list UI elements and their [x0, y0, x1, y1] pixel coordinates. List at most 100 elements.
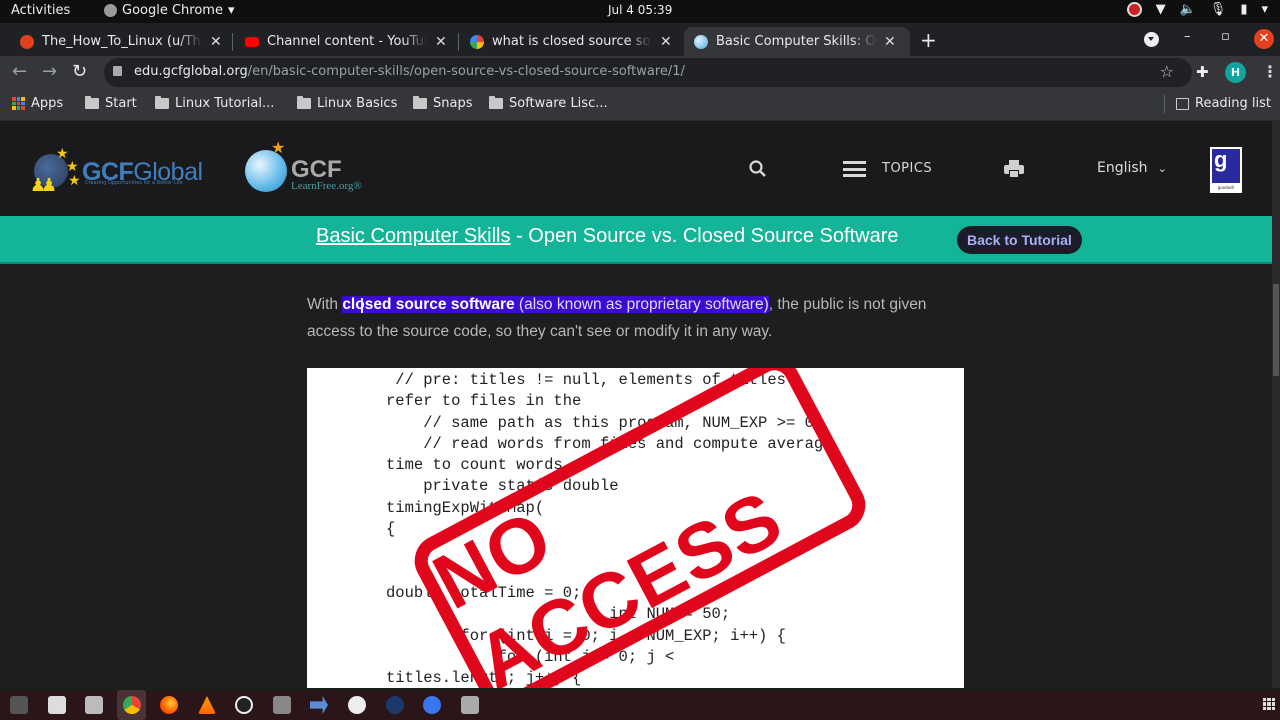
volume-icon: 🔈 — [1179, 2, 1196, 17]
close-tab-icon[interactable]: ✕ — [210, 34, 222, 50]
close-window-button[interactable]: ✕ — [1254, 29, 1274, 49]
bookmark-folder-snaps[interactable]: Snaps — [413, 96, 472, 111]
tab-google-search[interactable]: what is closed source software ✕ — [460, 27, 682, 56]
chrome-menu-icon[interactable]: ⋮ — [1262, 62, 1278, 81]
activities-button[interactable]: Activities — [11, 3, 70, 18]
system-top-bar: Activities Google Chrome ▾ Jul 4 05:39 ▼… — [0, 0, 1280, 23]
no-access-code-image: // pre: titles != null, elements of titl… — [307, 368, 964, 688]
steam-icon[interactable] — [386, 696, 404, 714]
language-value: English — [1097, 160, 1148, 176]
bookmark-folder-linux-basics[interactable]: Linux Basics — [297, 96, 397, 111]
google-icon — [470, 34, 484, 49]
screenshot-icon[interactable] — [85, 696, 103, 714]
tab-title: what is closed source software — [492, 34, 652, 49]
extensions-puzzle-icon[interactable]: ✚ — [1196, 63, 1209, 81]
close-tab-icon[interactable]: ✕ — [660, 34, 672, 50]
folder-icon — [413, 96, 427, 109]
system-menu-caret-icon[interactable]: ▾ — [1261, 2, 1268, 17]
lesson-banner: Basic Computer Skills - Open Source vs. … — [0, 216, 1272, 264]
taskbar-dock — [0, 690, 1280, 720]
remote-desktop-icon[interactable] — [273, 696, 291, 714]
chrome-app-icon — [104, 4, 117, 17]
bookmark-folder-linux-tutorial[interactable]: Linux Tutorial... — [155, 96, 274, 111]
folder-icon — [85, 96, 99, 109]
lock-icon[interactable] — [113, 66, 122, 76]
banner-title: Basic Computer Skills - Open Source vs. … — [316, 225, 899, 247]
topics-menu-button[interactable]: TOPICS — [882, 161, 932, 176]
tab-separator — [232, 33, 233, 51]
goodwill-label: goodwill — [1217, 185, 1235, 190]
back-arrow-icon[interactable]: ← — [12, 61, 27, 82]
hamburger-menu-icon[interactable] — [843, 161, 866, 177]
printer-icon[interactable] — [1004, 160, 1024, 178]
bookmark-star-icon[interactable]: ☆ — [1160, 62, 1174, 81]
language-select[interactable]: English ⌄ — [1097, 160, 1167, 176]
vpn-status-icon[interactable] — [1126, 2, 1142, 17]
app-menu[interactable]: Google Chrome ▾ — [104, 3, 235, 18]
star-icon: ★ — [271, 138, 286, 157]
bookmark-label: Linux Basics — [317, 96, 398, 111]
tab-reddit[interactable]: The_How_To_Linux (u/The_How_To_Linux) ✕ — [10, 27, 232, 56]
vpn-icon[interactable] — [348, 696, 366, 714]
close-tab-icon[interactable]: ✕ — [884, 34, 896, 50]
reddit-icon — [20, 34, 34, 49]
tab-title: The_How_To_Linux (u/The_How_To_Linux) — [42, 34, 202, 49]
lesson-title: Open Source vs. Closed Source Software — [528, 225, 899, 247]
bookmarks-separator — [1164, 95, 1165, 113]
goodwill-logo[interactable]: g goodwill — [1210, 147, 1242, 193]
maximize-button[interactable]: ▫ — [1221, 29, 1230, 44]
mail-icon[interactable] — [48, 696, 66, 714]
tab-gcf-active[interactable]: Basic Computer Skills: Open Source vs. C… — [684, 27, 910, 56]
forward-arrow-icon[interactable]: → — [42, 61, 57, 82]
search-icon[interactable] — [748, 159, 768, 179]
reload-icon[interactable]: ↻ — [72, 61, 87, 82]
system-tray[interactable]: ▼ 🔈 🎙 ▮ ▾ — [1126, 2, 1268, 17]
close-tab-icon[interactable]: ✕ — [435, 34, 447, 50]
clock[interactable]: Jul 4 05:39 — [608, 3, 672, 17]
tab-strip: The_How_To_Linux (u/The_How_To_Linux) ✕ … — [0, 23, 1280, 56]
bookmark-folder-start[interactable]: Start — [85, 96, 137, 111]
bookmark-folder-software[interactable]: Software Lisc... — [489, 96, 608, 111]
bookmarks-bar: Apps Start Linux Tutorial... Linux Basic… — [0, 89, 1280, 121]
web-page: ★ ★ ★ ♟ ♟ GCFGlobal Creating Opportuniti… — [0, 121, 1272, 688]
vlc-icon[interactable] — [198, 696, 216, 714]
gcfglobal-emblem-icon: ★ ★ ★ ♟ ♟ — [30, 146, 81, 196]
site-header: ★ ★ ★ ♟ ♟ GCFGlobal Creating Opportuniti… — [0, 121, 1272, 216]
new-tab-button[interactable]: + — [920, 28, 937, 52]
vscode-icon[interactable] — [310, 696, 328, 714]
tab-youtube[interactable]: Channel content - YouTube ✕ — [235, 27, 457, 56]
firefox-icon[interactable] — [160, 696, 178, 714]
page-scrollbar[interactable] — [1272, 121, 1280, 688]
trash-icon[interactable] — [461, 696, 479, 714]
learnfree-subtitle: LearnFree.org® — [291, 180, 362, 192]
profile-avatar[interactable]: H — [1225, 62, 1246, 83]
selected-text[interactable]: closed source software (also known as pr… — [342, 296, 769, 313]
bookmark-label: Linux Tutorial... — [175, 96, 275, 111]
bookmark-label: Snaps — [433, 96, 473, 111]
bookmark-apps[interactable]: Apps — [12, 96, 63, 111]
back-to-tutorial-button[interactable]: Back to Tutorial — [957, 226, 1082, 254]
tab-search-icon[interactable] — [1144, 32, 1159, 47]
address-bar[interactable]: edu.gcfglobal.org/en/basic-computer-skil… — [104, 58, 1192, 87]
caret-down-icon: ▾ — [227, 3, 235, 18]
youtube-icon — [245, 36, 259, 47]
bookmark-label: Start — [105, 96, 137, 111]
course-link[interactable]: Basic Computer Skills — [316, 225, 511, 247]
app-menu-label: Google Chrome — [122, 3, 223, 18]
reading-list-button[interactable]: Reading list — [1176, 96, 1271, 111]
terminal-icon[interactable] — [10, 696, 28, 714]
chevron-down-icon: ⌄ — [1157, 161, 1167, 175]
bookmark-label: Apps — [31, 96, 64, 111]
signal-icon[interactable] — [423, 696, 441, 714]
reading-list-label: Reading list — [1195, 96, 1271, 111]
scrollbar-thumb[interactable] — [1273, 284, 1279, 376]
bookmark-label: Software Lisc... — [509, 96, 608, 111]
show-applications-icon[interactable] — [1263, 698, 1275, 710]
gcfglobal-logo[interactable]: ★ ★ ★ ♟ ♟ GCFGlobal Creating Opportuniti… — [28, 146, 203, 196]
obs-icon[interactable] — [235, 696, 253, 714]
url-text[interactable]: edu.gcfglobal.org/en/basic-computer-skil… — [134, 64, 685, 79]
minimize-button[interactable]: – — [1184, 29, 1191, 44]
tab-title: Channel content - YouTube — [267, 34, 427, 49]
reading-list-icon — [1176, 97, 1189, 110]
chrome-icon[interactable] — [123, 696, 141, 714]
